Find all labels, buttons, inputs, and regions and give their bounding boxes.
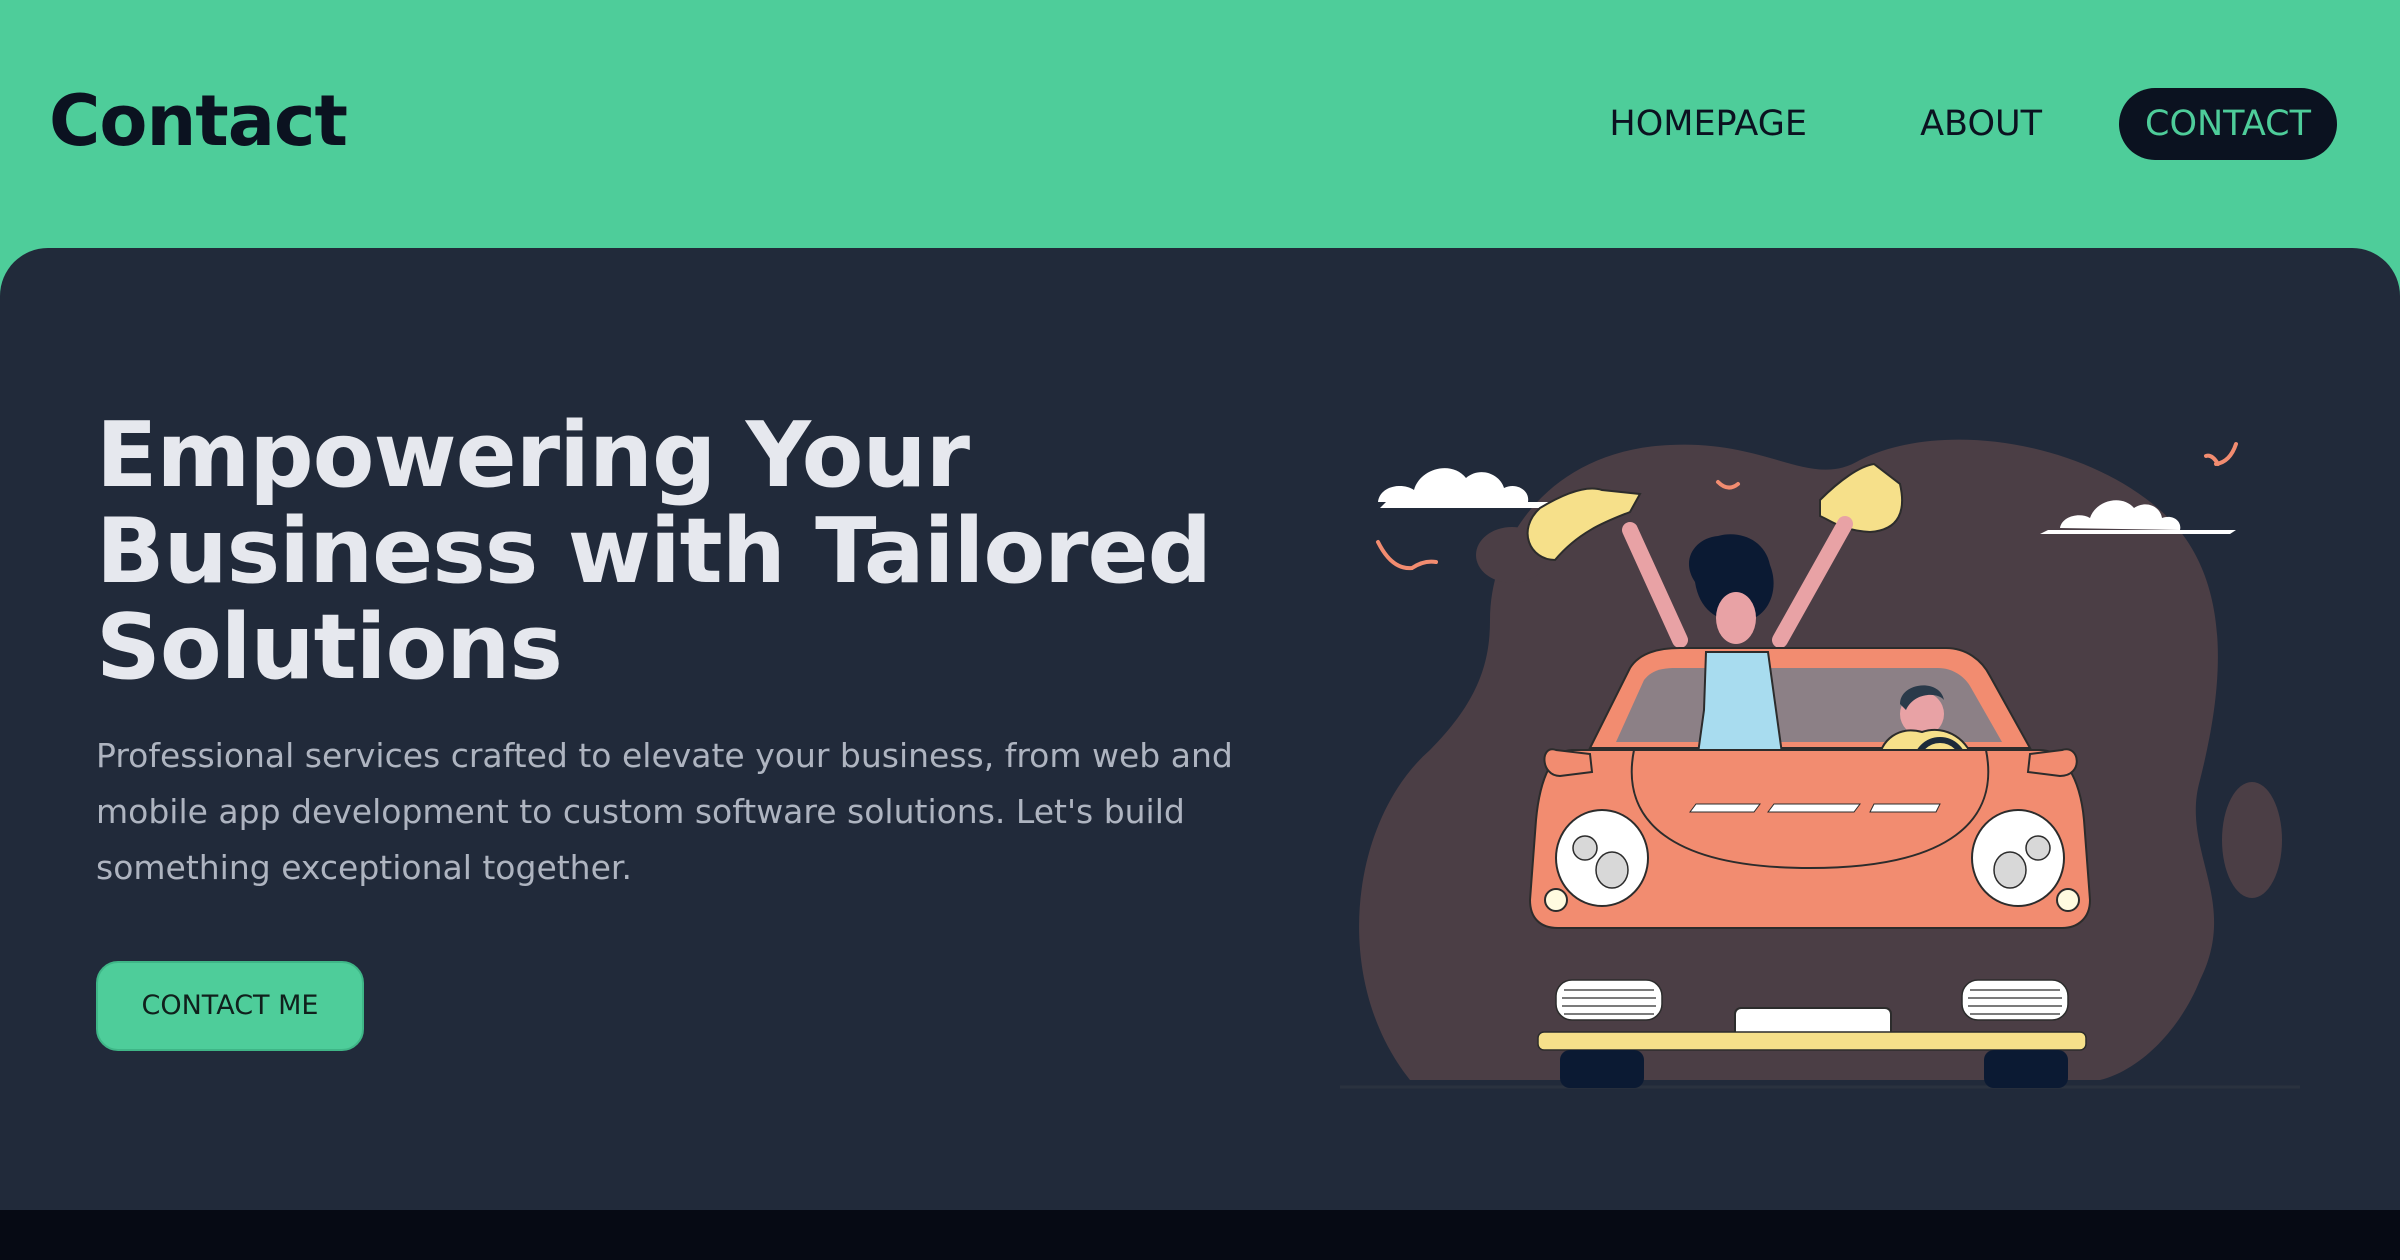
- hero-title-line: Business with Tailored: [96, 499, 1212, 604]
- nav-contact[interactable]: CONTACT: [2119, 88, 2337, 160]
- nav-homepage[interactable]: HOMEPAGE: [1609, 88, 1807, 160]
- hero-description-line: mobile app development to custom softwar…: [96, 792, 1185, 831]
- hero-title-line: Empowering Your: [96, 403, 970, 508]
- hero-description: Professional services crafted to elevate…: [96, 728, 1276, 896]
- footer-bar: [0, 1210, 2400, 1260]
- hero-description-line: something exceptional together.: [96, 848, 632, 887]
- bumper: [1537, 1031, 2087, 1051]
- blob-spot: [2222, 782, 2282, 898]
- brand-title: Contact: [49, 80, 348, 162]
- site-header: Contact HOMEPAGE ABOUT CONTACT: [0, 0, 2400, 248]
- hero-title: Empowering Your Business with Tailored S…: [96, 408, 1296, 696]
- contact-me-button[interactable]: CONTACT ME: [96, 961, 364, 1051]
- hero-description-line: Professional services crafted to elevate…: [96, 736, 1233, 775]
- wheel: [1984, 1050, 2068, 1088]
- nav-about[interactable]: ABOUT: [1920, 88, 2042, 160]
- hero-title-line: Solutions: [96, 595, 563, 700]
- wheel: [1560, 1050, 1644, 1088]
- illustration-car-couple: [1340, 439, 2300, 1089]
